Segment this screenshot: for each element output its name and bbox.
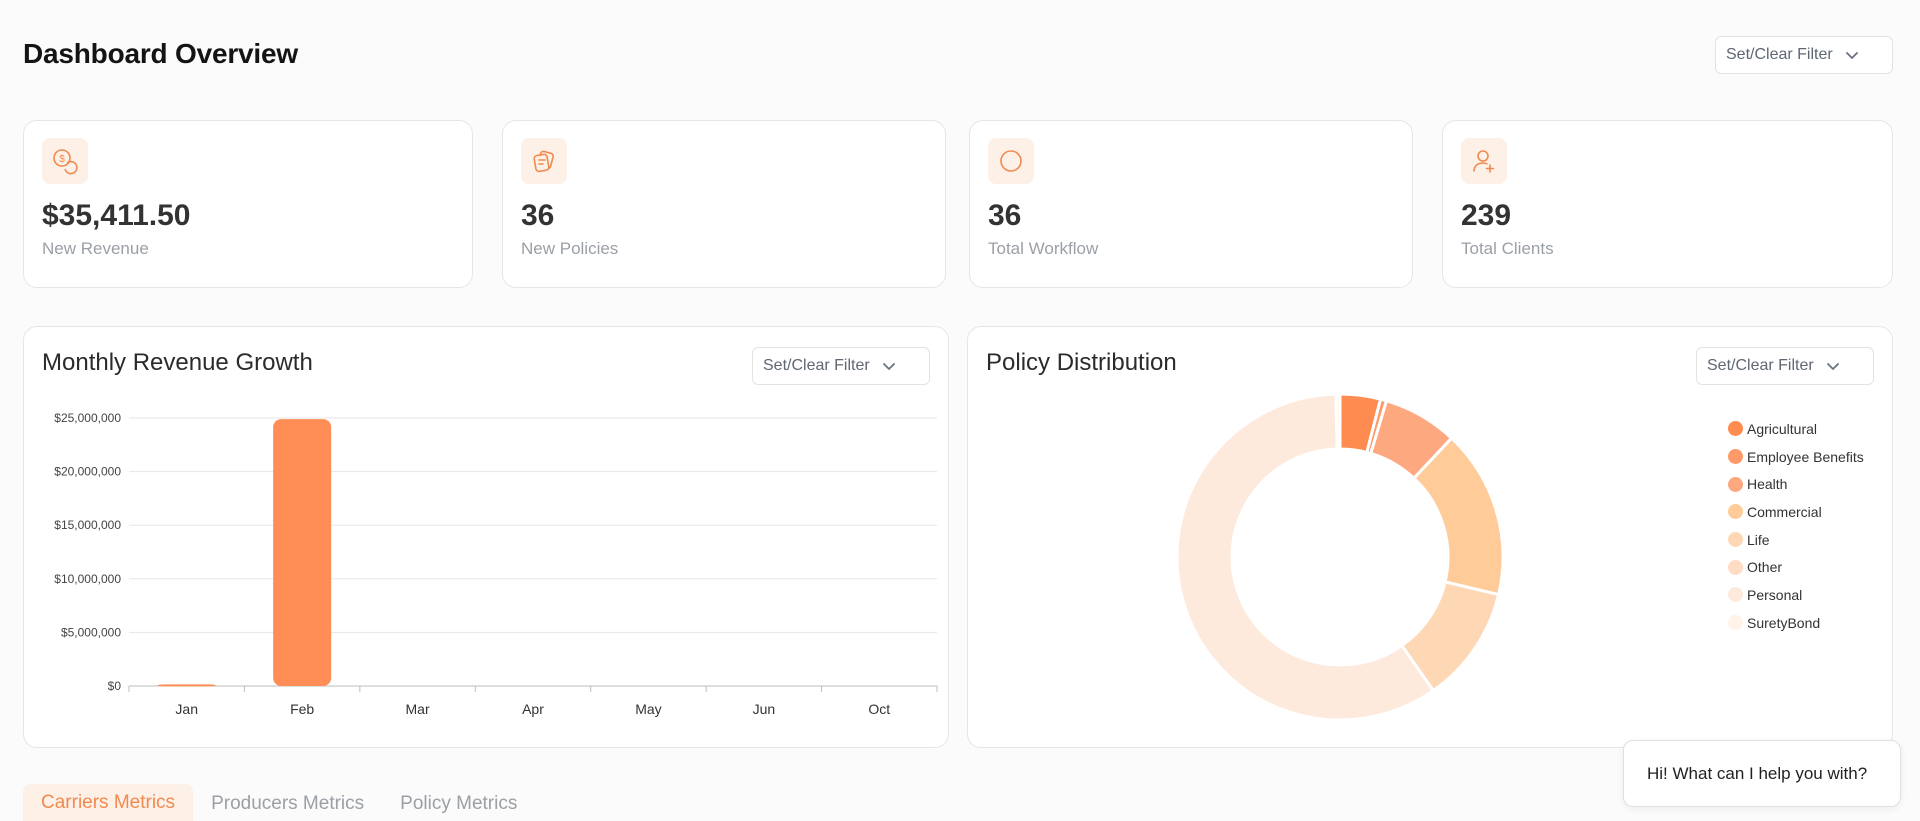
metrics-tabs: Carriers Metrics Producers Metrics Polic…: [23, 784, 535, 821]
stat-label: New Revenue: [42, 239, 149, 258]
stat-value: 36: [521, 199, 555, 232]
y-tick-label: $20,000,000: [54, 465, 121, 479]
revenue-filter-button[interactable]: Set/Clear Filter: [752, 347, 930, 385]
filter-label: Set/Clear Filter: [1726, 46, 1833, 63]
pie-slice-suretybond[interactable]: [1334, 392, 1342, 451]
legend-item[interactable]: Agricultural: [1728, 415, 1864, 443]
x-tick-label: Oct: [868, 701, 890, 717]
x-tick-label: Mar: [406, 701, 430, 717]
stat-card-policies: 36 New Policies: [502, 120, 946, 288]
x-tick-label: Feb: [290, 701, 314, 717]
stat-label: New Policies: [521, 239, 619, 258]
policies-icon: [521, 138, 567, 184]
x-tick-label: Jan: [175, 701, 198, 717]
legend-label: Commercial: [1747, 503, 1822, 520]
tab-carriers-metrics[interactable]: Carriers Metrics: [23, 784, 194, 821]
legend-item[interactable]: Personal: [1728, 581, 1864, 609]
stat-value: 36: [988, 199, 1022, 232]
legend-swatch: [1728, 559, 1743, 575]
revenue-bar[interactable]: [273, 419, 332, 686]
chat-assistant-bubble[interactable]: Hi! What can I help you with?: [1623, 740, 1901, 807]
revenue-panel-title: Monthly Revenue Growth: [42, 349, 313, 376]
x-tick-label: Apr: [522, 701, 544, 717]
x-tick-label: May: [635, 701, 661, 717]
page-title: Dashboard Overview: [23, 38, 298, 69]
legend-item[interactable]: Employee Benefits: [1728, 443, 1864, 471]
legend-item[interactable]: Commercial: [1728, 498, 1864, 526]
revenue-bar-chart: $0 $5,000,000 $10,000,000 $15,000,000 $20,00…: [54, 411, 938, 717]
chevron-down-icon: [882, 363, 895, 370]
x-tick-label: Jun: [753, 701, 776, 717]
legend-swatch: [1728, 421, 1743, 437]
legend-swatch: [1728, 504, 1743, 520]
legend-label: Other: [1747, 559, 1783, 576]
y-tick-label: $25,000,000: [54, 411, 121, 425]
tab-policy-metrics[interactable]: Policy Metrics: [382, 784, 535, 821]
y-tick-label: $10,000,000: [54, 572, 121, 586]
policy-legend: Agricultural Employee Benefits Health Comme…: [1728, 415, 1864, 637]
filter-label: Set/Clear Filter: [763, 357, 870, 374]
y-tick-label: $5,000,000: [61, 625, 121, 639]
legend-label: SuretyBond: [1747, 614, 1821, 631]
chevron-down-icon: [1826, 363, 1839, 370]
legend-label: Personal: [1747, 586, 1803, 603]
workflow-circle-icon: [988, 138, 1034, 184]
legend-item[interactable]: SuretyBond: [1728, 609, 1864, 637]
stat-card-clients: 239 Total Clients: [1442, 120, 1893, 288]
y-tick-label: $15,000,000: [54, 518, 121, 532]
legend-swatch: [1728, 476, 1743, 492]
legend-swatch: [1728, 587, 1743, 603]
filter-label: Set/Clear Filter: [1707, 357, 1814, 374]
legend-item[interactable]: Health: [1728, 470, 1864, 498]
chat-message: Hi! What can I help you with?: [1647, 763, 1868, 783]
legend-label: Health: [1747, 476, 1788, 493]
legend-item[interactable]: Other: [1728, 553, 1864, 581]
policy-donut-chart: [1175, 392, 1505, 722]
stat-card-workflow: 36 Total Workflow: [969, 120, 1413, 288]
revenue-coins-icon: $: [42, 138, 88, 184]
svg-text:$: $: [59, 154, 65, 165]
legend-label: Life: [1747, 531, 1770, 548]
stat-card-revenue: $ $35,411.50 New Revenue: [23, 120, 473, 288]
add-user-icon: [1461, 138, 1507, 184]
legend-item[interactable]: Life: [1728, 526, 1864, 554]
legend-swatch: [1728, 532, 1743, 548]
legend-label: Agricultural: [1747, 420, 1818, 437]
global-filter-button[interactable]: Set/Clear Filter: [1715, 36, 1893, 74]
tab-producers-metrics[interactable]: Producers Metrics: [193, 784, 382, 821]
y-tick-label: $0: [108, 679, 122, 693]
legend-label: Employee Benefits: [1747, 448, 1864, 465]
policy-filter-button[interactable]: Set/Clear Filter: [1696, 347, 1874, 385]
policy-panel-title: Policy Distribution: [986, 349, 1177, 376]
stat-label: Total Clients: [1461, 239, 1554, 258]
stat-value: $35,411.50: [42, 199, 191, 232]
revenue-bar[interactable]: [157, 684, 216, 687]
stat-label: Total Workflow: [988, 239, 1099, 258]
legend-swatch: [1728, 615, 1743, 631]
legend-swatch: [1728, 449, 1743, 465]
stat-value: 239: [1461, 199, 1512, 232]
chevron-down-icon: [1845, 52, 1858, 59]
